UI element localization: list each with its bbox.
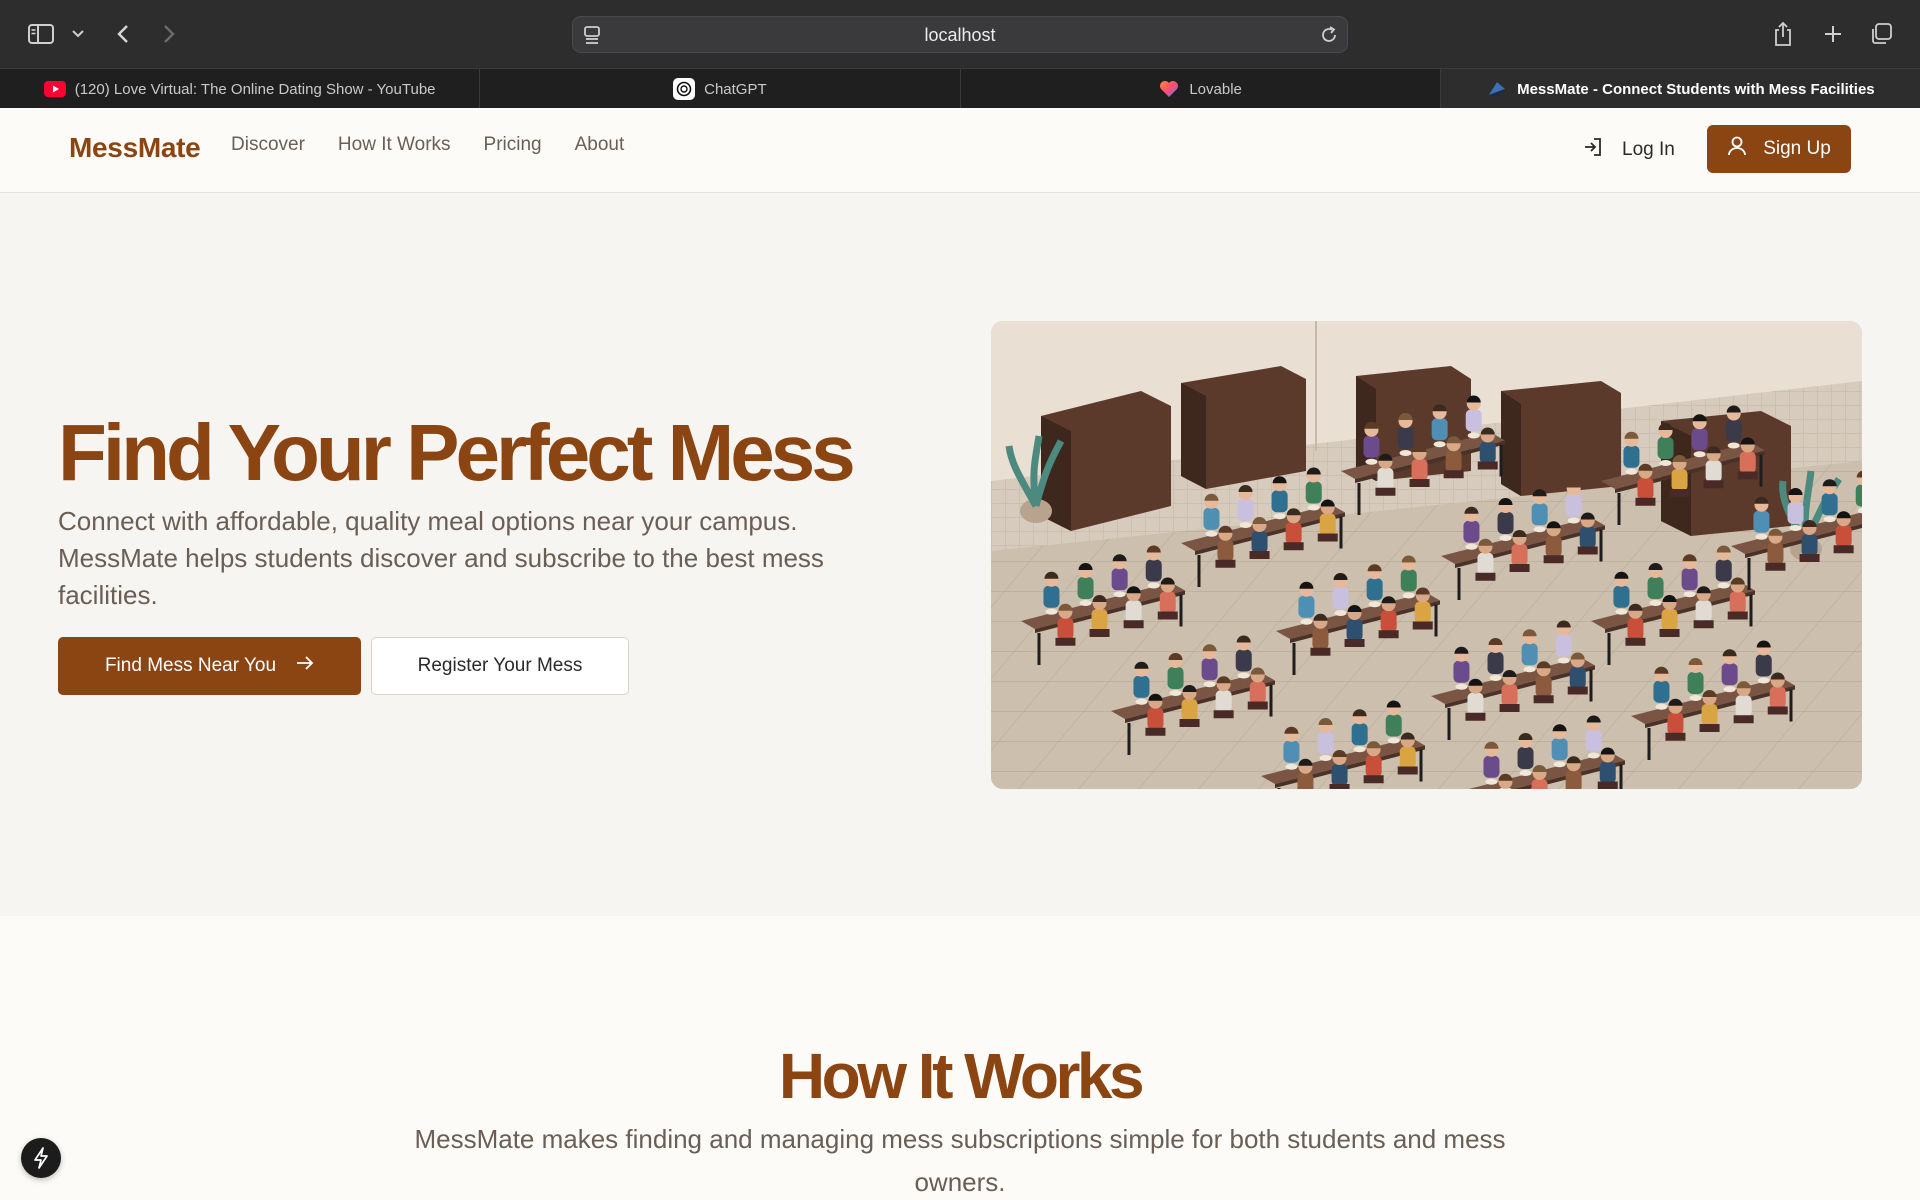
nav-link-discover[interactable]: Discover [231,134,305,156]
hero-title: Find Your Perfect Mess [58,408,856,497]
browser-tab-lovable[interactable]: Lovable [961,69,1441,109]
sidebar-toggle-icon[interactable] [26,22,56,46]
browser-toolbar: localhost [0,0,1920,68]
forward-icon[interactable] [158,22,180,46]
find-mess-button[interactable]: Find Mess Near You [58,637,361,695]
tab-overview-icon[interactable] [1868,21,1894,47]
chevron-down-icon[interactable] [70,26,86,42]
new-tab-icon[interactable] [1821,22,1845,46]
register-mess-label: Register Your Mess [417,655,583,676]
tab-title: Lovable [1189,80,1242,98]
tab-title: (120) Love Virtual: The Online Dating Sh… [74,80,436,98]
login-label: Log In [1622,139,1675,160]
messmate-favicon [1486,80,1508,98]
chatgpt-icon [673,78,696,100]
address-bar[interactable]: localhost [572,16,1348,53]
nav-link-how-it-works[interactable]: How It Works [338,134,451,156]
site-header: MessMate Discover How It Works Pricing A… [0,108,1920,193]
lightning-icon[interactable] [21,1138,61,1178]
nav-link-about[interactable]: About [575,134,625,156]
hero-section: Find Your Perfect Mess Connect with affo… [0,193,1920,916]
lovable-heart-icon [1158,80,1180,98]
tab-title: ChatGPT [704,80,767,98]
register-mess-button[interactable]: Register Your Mess [371,637,629,695]
login-button[interactable]: Log In [1582,136,1675,164]
logo[interactable]: MessMate [69,132,201,164]
browser-tab-chatgpt[interactable]: ChatGPT [480,69,961,109]
nav-link-pricing[interactable]: Pricing [484,134,542,156]
browser-tab-messmate[interactable]: MessMate - Connect Students with Mess Fa… [1440,69,1920,109]
login-icon [1582,136,1604,164]
main-nav: Discover How It Works Pricing About [231,134,624,156]
dining-hall-illustration [991,321,1862,789]
how-it-works-title: How It Works [778,1040,1145,1112]
arrow-right-icon [296,655,314,677]
how-it-works-section: How It Works MessMate makes finding and … [0,916,1920,1200]
tab-bar: (120) Love Virtual: The Online Dating Sh… [0,68,1920,109]
find-mess-label: Find Mess Near You [104,655,277,676]
hero-subtitle: Connect with affordable, quality meal op… [58,506,824,610]
signup-button[interactable]: Sign Up [1707,125,1851,173]
user-icon [1727,135,1747,163]
share-icon[interactable] [1771,20,1795,48]
browser-tab-youtube[interactable]: (120) Love Virtual: The Online Dating Sh… [0,69,481,109]
tab-title: MessMate - Connect Students with Mess Fa… [1517,80,1875,98]
back-icon[interactable] [112,22,134,46]
url-text: localhost [924,25,996,45]
youtube-icon [43,80,66,98]
signup-label: Sign Up [1763,138,1831,159]
how-it-works-subtitle: MessMate makes finding and managing mess… [414,1124,1506,1197]
reload-icon[interactable] [1319,25,1339,50]
